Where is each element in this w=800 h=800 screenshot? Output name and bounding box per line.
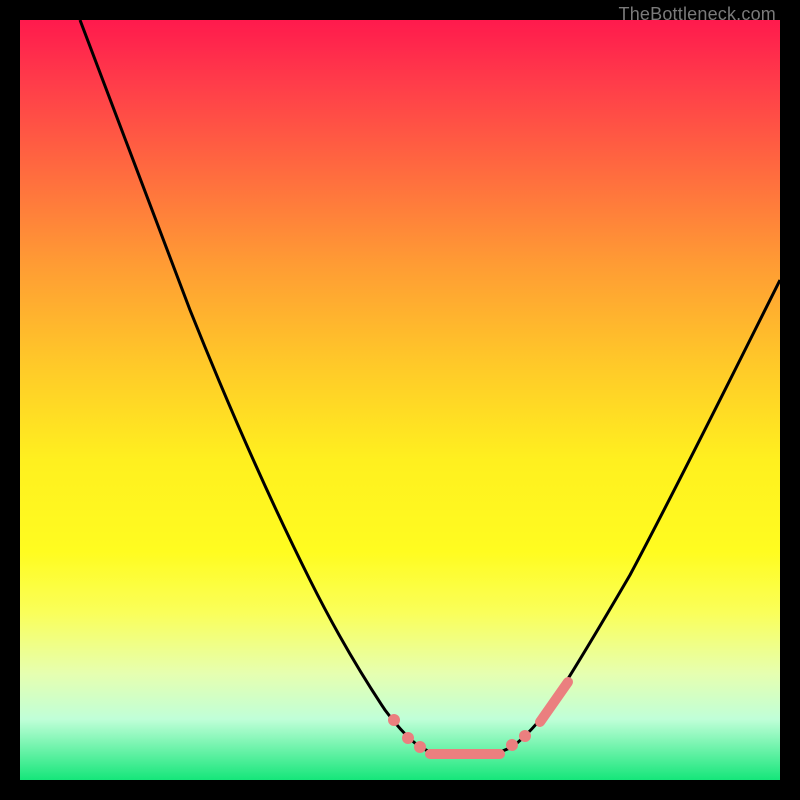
marker-dot — [402, 732, 414, 744]
marker-dot — [519, 730, 531, 742]
right-rising-segment — [540, 682, 568, 722]
watermark-text: TheBottleneck.com — [619, 4, 776, 25]
marker-dot — [388, 714, 400, 726]
marker-dot — [414, 741, 426, 753]
chart-svg — [20, 20, 780, 780]
marker-dot — [506, 739, 518, 751]
curve-right — [500, 280, 780, 752]
chart-plot-area — [20, 20, 780, 780]
curve-left — [80, 20, 430, 752]
